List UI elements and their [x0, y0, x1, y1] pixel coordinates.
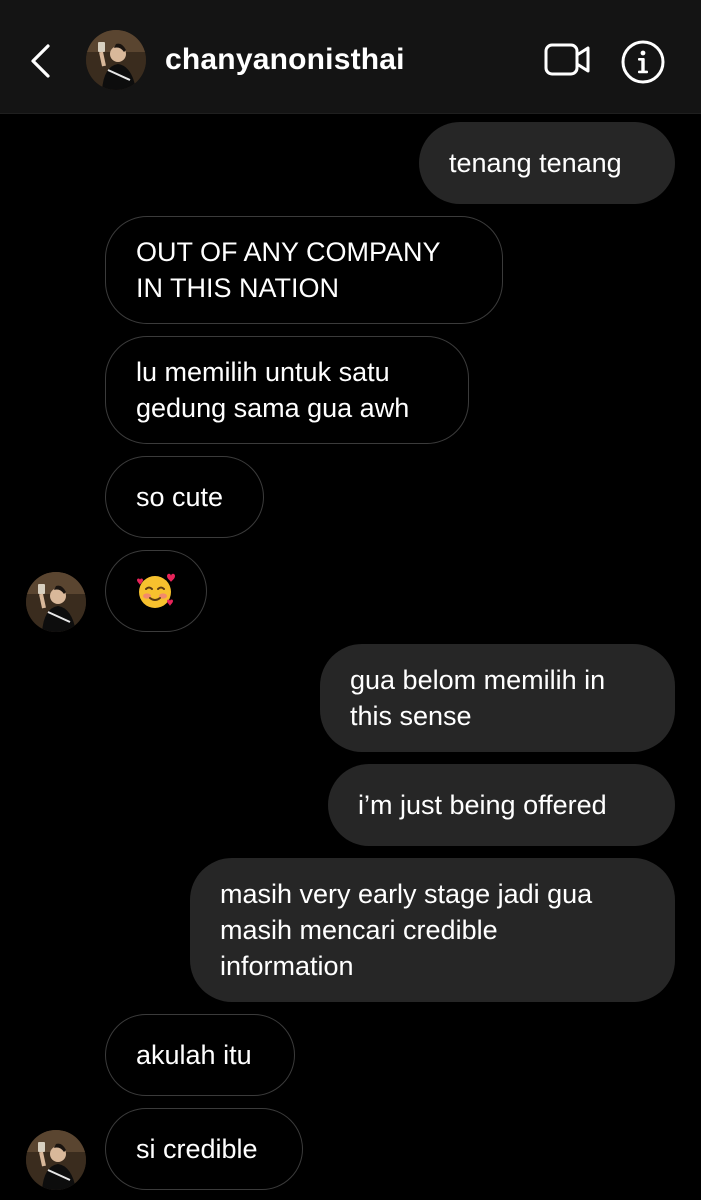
message-text-line: information	[220, 951, 354, 981]
avatar[interactable]	[26, 1130, 86, 1190]
message-bubble-incoming[interactable]: so cute	[105, 456, 264, 538]
message-text: akulah itu	[136, 1040, 252, 1070]
message-text-line: this sense	[350, 701, 472, 731]
info-icon	[621, 40, 665, 84]
message-text-line: gedung sama gua awh	[136, 393, 410, 423]
chat-header: chanyanonisthai	[0, 0, 701, 114]
message-bubble-incoming[interactable]: lu memilih untuk satu gedung sama gua aw…	[105, 336, 469, 444]
message-text-line: masih mencari credible	[220, 915, 498, 945]
profile-photo	[26, 572, 86, 632]
back-button[interactable]	[22, 38, 62, 84]
message-text: tenang tenang	[449, 148, 622, 178]
message-text-line: gua belom memilih in	[350, 665, 606, 695]
video-camera-icon	[544, 43, 590, 76]
message-text: i’m just being offered	[358, 790, 607, 820]
message-text-line: OUT OF ANY COMPANY	[136, 237, 441, 267]
message-bubble-outgoing[interactable]: i’m just being offered	[328, 764, 675, 846]
message-text-line: masih very early stage jadi gua	[220, 879, 593, 909]
smiling-face-with-hearts-icon	[137, 573, 175, 608]
chevron-left-icon	[31, 44, 50, 78]
avatar[interactable]	[86, 30, 146, 90]
message-bubble-incoming[interactable]: OUT OF ANY COMPANY IN THIS NATION	[105, 216, 503, 324]
message-bubble-incoming[interactable]: akulah itu	[105, 1014, 295, 1096]
message-text: so cute	[136, 482, 224, 512]
profile-photo	[86, 30, 146, 90]
profile-photo	[26, 1130, 86, 1190]
message-bubble-incoming[interactable]	[105, 550, 207, 632]
video-call-button[interactable]	[543, 40, 593, 80]
message-text-line: IN THIS NATION	[136, 273, 340, 303]
chat-username[interactable]: chanyanonisthai	[165, 42, 405, 78]
message-bubble-incoming[interactable]: si credible	[105, 1108, 303, 1190]
conversation-info-button[interactable]	[620, 39, 666, 85]
message-bubble-outgoing[interactable]: tenang tenang	[419, 122, 675, 204]
message-text-line: lu memilih untuk satu	[136, 357, 390, 387]
avatar[interactable]	[26, 572, 86, 632]
message-text: si credible	[136, 1134, 258, 1164]
message-bubble-outgoing[interactable]: gua belom memilih in this sense	[320, 644, 675, 752]
message-bubble-outgoing[interactable]: masih very early stage jadi gua masih me…	[190, 858, 675, 1002]
